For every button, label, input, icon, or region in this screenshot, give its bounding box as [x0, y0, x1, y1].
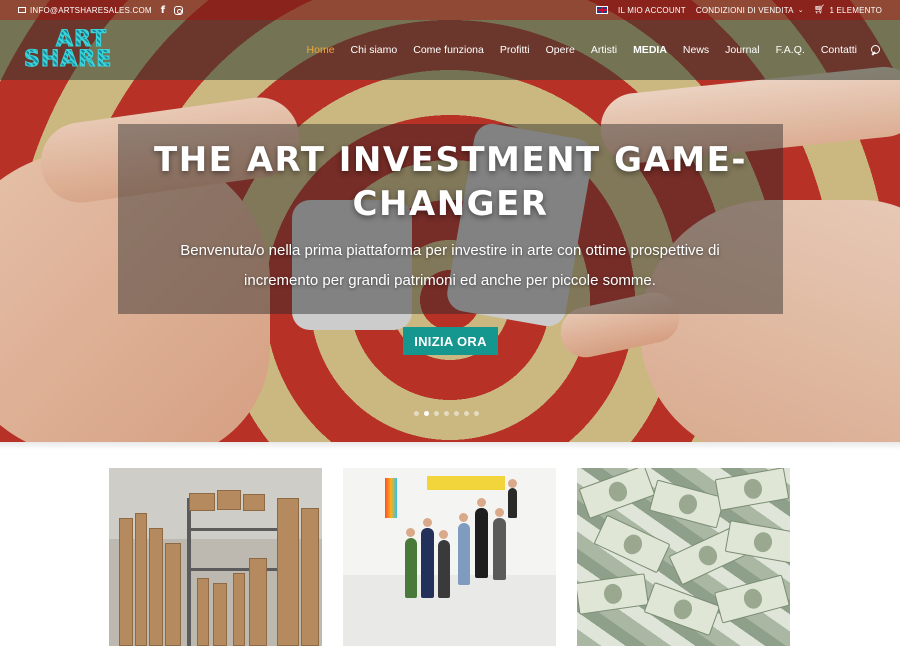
card-image-money[interactable]	[577, 468, 790, 646]
hero-subtitle: Benvenuta/o nella prima piattaforma per …	[180, 242, 720, 289]
nav-item-come-funziona[interactable]: Come funziona	[405, 44, 492, 56]
dollar-bill	[714, 574, 790, 624]
shelf-post	[187, 498, 191, 646]
person-head	[459, 513, 468, 522]
person-head	[495, 508, 504, 517]
cardboard-panel	[213, 583, 227, 646]
nav-item-journal[interactable]: Journal	[717, 44, 767, 56]
nav-item-media[interactable]: MEDIA	[625, 44, 675, 56]
person-head	[508, 479, 517, 488]
person	[438, 540, 450, 598]
cart-icon: 🛒︎	[813, 5, 826, 15]
terms-label: CONDIZIONI DI VENDITA	[695, 5, 794, 15]
person	[405, 538, 417, 598]
person-head	[477, 498, 486, 507]
person	[458, 523, 470, 585]
logo-line-2: SHARE	[24, 48, 116, 71]
mail-icon	[18, 7, 26, 13]
hero-title: THE ART INVESTMENT GAME-CHANGER	[154, 140, 747, 224]
cardboard-panel	[277, 498, 299, 646]
slider-dot[interactable]	[464, 411, 469, 416]
slider-dot[interactable]	[434, 411, 439, 416]
person-head	[406, 528, 415, 537]
dollar-bill	[593, 514, 671, 574]
person	[508, 488, 517, 518]
instagram-icon[interactable]	[174, 5, 184, 15]
dollar-bill	[643, 581, 721, 637]
chevron-down-icon: ⌄	[797, 6, 804, 14]
facebook-icon[interactable]: f	[161, 5, 165, 16]
person-head	[439, 530, 448, 539]
slider-dot[interactable]	[444, 411, 449, 416]
dollar-bill	[578, 468, 656, 520]
nav-item-home[interactable]: Home	[299, 44, 343, 56]
shelf-board	[187, 528, 277, 531]
slider-dots	[414, 411, 479, 416]
cardboard-box	[243, 494, 265, 511]
nav-item-artisti[interactable]: Artisti	[583, 44, 625, 56]
dollar-bill	[649, 479, 725, 529]
cardboard-panel	[249, 558, 267, 646]
person	[493, 518, 506, 580]
main-nav: Home Chi siamo Come funziona Profitti Op…	[299, 44, 882, 56]
card-image-gallery[interactable]	[343, 468, 556, 646]
nav-item-opere[interactable]: Opere	[538, 44, 583, 56]
top-bar: INFO@ARTSHARESALES.COM f IL MIO ACCOUNT …	[0, 0, 900, 20]
cardboard-panel	[233, 573, 245, 646]
cardboard-panel	[119, 518, 133, 646]
start-now-button[interactable]: INIZIA ORA	[403, 327, 498, 355]
uk-flag-icon[interactable]	[596, 6, 609, 14]
cardboard-panel	[301, 508, 319, 646]
cardboard-panel	[197, 578, 209, 646]
cart-label: 1 ELEMENTO	[829, 5, 882, 15]
cardboard-panel	[135, 513, 147, 646]
email-text: INFO@ARTSHARESALES.COM	[30, 5, 152, 15]
cart-link[interactable]: 🛒︎ 1 ELEMENTO	[814, 5, 882, 15]
terms-dropdown[interactable]: CONDIZIONI DI VENDITA ⌄	[696, 6, 804, 15]
artwork-stripes	[385, 478, 397, 518]
slider-dot[interactable]	[414, 411, 419, 416]
person-head	[423, 518, 432, 527]
nav-item-chi-siamo[interactable]: Chi siamo	[343, 44, 406, 56]
dollar-bill	[577, 573, 649, 615]
cardboard-box	[217, 490, 241, 510]
section-divider	[0, 442, 900, 450]
artwork-yellow	[427, 476, 505, 490]
nav-item-news[interactable]: News	[675, 44, 717, 56]
nav-item-contatti[interactable]: Contatti	[813, 44, 865, 56]
card-image-storage[interactable]	[109, 468, 322, 646]
cardboard-panel	[165, 543, 181, 646]
person	[475, 508, 488, 578]
cardboard-box	[189, 493, 215, 511]
main-header: ART SHARE Home Chi siamo Come funziona P…	[0, 20, 900, 80]
slider-dot[interactable]	[454, 411, 459, 416]
nav-item-profitti[interactable]: Profitti	[492, 44, 538, 56]
person	[421, 528, 434, 598]
dollar-bill	[714, 468, 790, 511]
cardboard-panel	[149, 528, 163, 646]
email-link[interactable]: INFO@ARTSHARESALES.COM	[18, 6, 152, 15]
slider-dot[interactable]	[474, 411, 479, 416]
slider-dot[interactable]	[424, 411, 429, 416]
nav-item-faq[interactable]: F.A.Q.	[768, 44, 813, 56]
my-account-link[interactable]: IL MIO ACCOUNT	[618, 6, 686, 15]
search-icon[interactable]	[871, 44, 882, 56]
logo[interactable]: ART SHARE	[24, 27, 116, 73]
